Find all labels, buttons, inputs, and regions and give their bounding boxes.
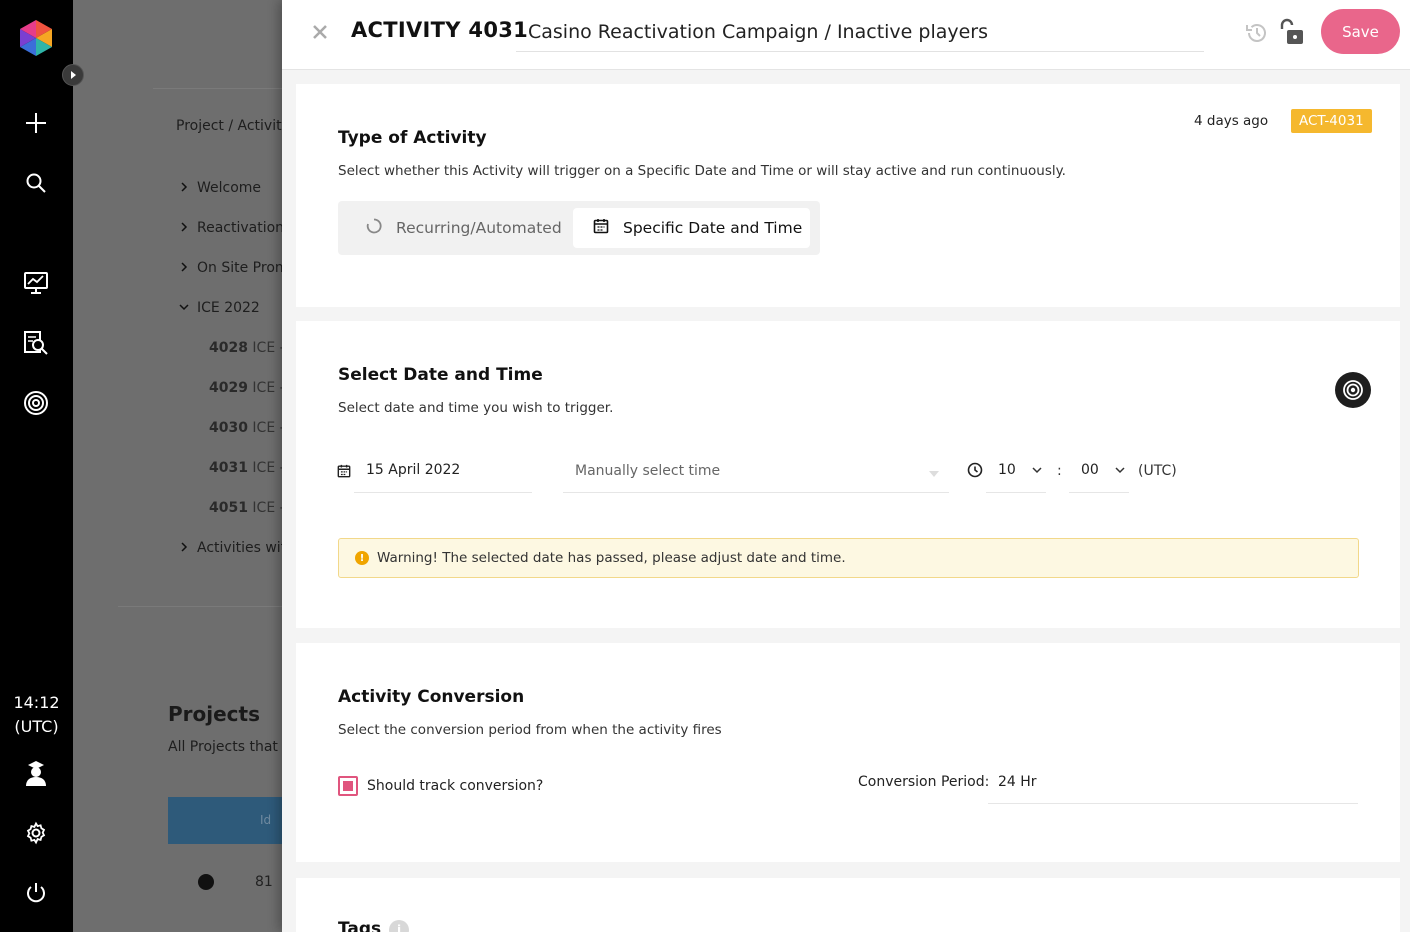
history-icon[interactable] [1244,20,1270,46]
clock-time: 14:12 [13,693,60,712]
divider [118,606,283,607]
unlock-icon[interactable] [1277,17,1307,47]
app-rail: 14:12 (UTC) [0,0,84,932]
drawer-header: ACTIVITY 4031 Save [282,0,1410,70]
section-description: Select whether this Activity will trigge… [338,163,1066,179]
activity-conversion-card: Activity Conversion Select the conversio… [296,643,1400,862]
report-search-icon[interactable] [22,329,50,357]
calendar-icon [337,463,351,482]
chevron-down-icon [1032,463,1042,479]
updated-timestamp: 4 days ago [1194,113,1269,129]
divider [153,88,283,89]
activity-list-item[interactable]: 4030 ICE - [209,420,283,436]
section-description: Select date and time you wish to trigger… [338,400,614,416]
track-conversion-checkbox[interactable] [338,776,358,796]
minute-select[interactable]: 00 [1069,449,1129,493]
chevron-right-icon [179,180,189,196]
info-icon[interactable]: i [389,920,409,932]
option-recurring[interactable]: Recurring/Automated [346,208,582,248]
checkbox-checked-mark [343,781,353,791]
nav-label: ICE 2022 [197,300,260,316]
nav-label: Welcome [197,180,262,196]
activity-list-item[interactable]: 4028 ICE - [209,340,283,356]
clock-timezone: (UTC) [14,717,59,736]
conversion-period-label: Conversion Period: [858,774,990,790]
select-placeholder: Manually select time [575,463,721,479]
date-time-card: Select Date and Time Select date and tim… [296,321,1400,628]
target-icon[interactable] [1335,372,1371,408]
checkbox-label: Should track conversion? [367,778,544,794]
calendar-icon [593,218,609,238]
dashboard-chart-icon[interactable] [22,269,50,297]
projects-title: Projects [168,702,261,726]
plus-icon[interactable] [22,109,50,137]
status-dot-icon [198,874,214,890]
conversion-period-input[interactable]: 24 Hr [988,761,1358,804]
section-title: Activity Conversion [338,687,525,707]
chevron-right-icon [179,540,189,556]
nav-label: Activities wit [197,540,283,556]
search-icon[interactable] [22,169,50,197]
nav-item-reactivation[interactable]: Reactivation [179,220,283,236]
gear-icon[interactable] [22,819,50,847]
activity-drawer: ACTIVITY 4031 Save Type of Activity Sele… [282,0,1410,932]
nav-item-welcome[interactable]: Welcome [179,180,261,196]
timezone-label: (UTC) [1138,463,1177,479]
hour-select[interactable]: 10 [986,449,1046,493]
section-title: Tags [338,919,382,932]
time-separator: : [1057,463,1062,479]
background-page: Project / Activiti Welcome Reactivation … [73,0,283,932]
section-title: Type of Activity [338,128,487,148]
date-warning-banner: ! Warning! The selected date has passed,… [338,538,1359,578]
activity-id-badge: ACT-4031 [1291,109,1372,133]
tags-card: Tags i [296,878,1400,932]
hour-value: 10 [998,462,1016,478]
chevron-right-icon [179,220,189,236]
breadcrumb: Project / Activiti [176,118,283,134]
user-icon[interactable] [22,759,50,787]
date-input[interactable]: 15 April 2022 [354,449,532,493]
minute-value: 00 [1081,462,1099,478]
option-label: Specific Date and Time [623,219,803,237]
app-logo-icon[interactable] [16,18,56,58]
warning-icon: ! [355,551,369,565]
section-description: Select the conversion period from when t… [338,722,722,738]
caret-down-icon [929,465,939,481]
close-icon[interactable] [308,20,332,44]
activity-name-input[interactable] [516,12,1204,52]
expand-rail-icon[interactable] [62,64,84,86]
target-icon[interactable] [22,389,50,417]
section-title: Select Date and Time [338,365,543,385]
table-header: Id [168,797,283,844]
time-mode-select[interactable]: Manually select time [563,449,949,493]
chevron-down-icon [179,300,189,316]
option-specific-date[interactable]: Specific Date and Time [573,208,810,248]
nav-label: Reactivation [197,220,283,236]
type-of-activity-card: Type of Activity Select whether this Act… [296,84,1400,307]
activity-list-item[interactable]: 4029 ICE - [209,380,283,396]
chevron-down-icon [1115,463,1125,479]
table-cell-id: 81 [255,874,273,890]
column-header-id: Id [260,813,272,827]
loading-circle-icon [366,218,382,238]
activity-list-item[interactable]: 4031 ICE - [209,460,283,476]
projects-subtitle: All Projects that i [168,739,283,755]
activity-type-toggle: Recurring/Automated Specific Date and Ti… [338,201,820,255]
activity-title: ACTIVITY 4031 [351,18,529,42]
option-label: Recurring/Automated [396,219,562,237]
power-icon[interactable] [22,879,50,907]
save-button[interactable]: Save [1321,9,1400,54]
nav-label: On Site Prom [197,260,283,276]
warning-text: Warning! The selected date has passed, p… [377,550,846,566]
activity-list-item[interactable]: 4051 ICE - [209,500,283,516]
chevron-right-icon [179,260,189,276]
nav-item-ice-2022[interactable]: ICE 2022 [179,300,260,316]
nav-item-activities-with[interactable]: Activities wit [179,540,283,556]
nav-item-on-site[interactable]: On Site Prom [179,260,283,276]
clock-icon [967,462,983,482]
